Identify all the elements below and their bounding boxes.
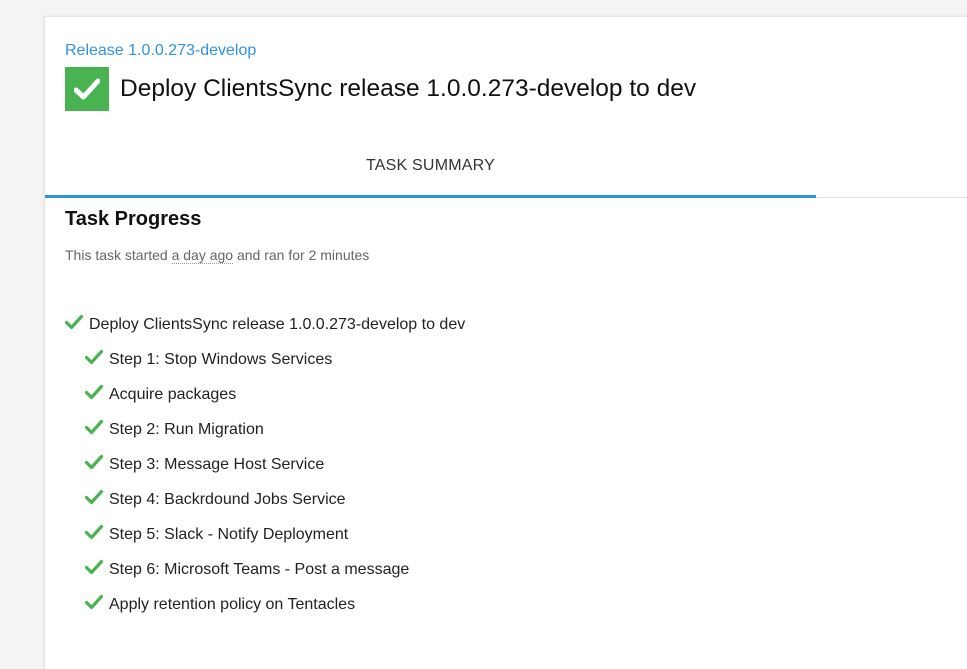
check-icon — [85, 559, 103, 574]
task-row-step[interactable]: Step 3: Message Host Service — [65, 447, 465, 482]
started-prefix: This task started — [65, 247, 168, 263]
active-tab-indicator — [45, 195, 816, 198]
task-label: Step 3: Message Host Service — [109, 455, 325, 473]
task-label: Apply retention policy on Tentacles — [109, 595, 356, 613]
check-icon — [85, 454, 103, 469]
success-status-icon — [65, 67, 109, 111]
task-label: Deploy ClientsSync release 1.0.0.273-dev… — [89, 315, 466, 333]
task-row-step[interactable]: Step 6: Microsoft Teams - Post a message — [65, 552, 465, 587]
check-icon — [85, 489, 103, 504]
task-tree: Deploy ClientsSync release 1.0.0.273-dev… — [65, 307, 465, 622]
check-icon — [65, 314, 83, 329]
task-row-step[interactable]: Step 4: Backrdound Jobs Service — [65, 482, 465, 517]
task-row-step[interactable]: Step 5: Slack - Notify Deployment — [65, 517, 465, 552]
task-row-step[interactable]: Step 2: Run Migration — [65, 412, 465, 447]
task-row-step[interactable]: Acquire packages — [65, 377, 465, 412]
tab-bar: TASK SUMMARY — [45, 135, 967, 198]
task-row-root[interactable]: Deploy ClientsSync release 1.0.0.273-dev… — [65, 307, 465, 342]
page-title: Deploy ClientsSync release 1.0.0.273-dev… — [120, 75, 697, 102]
task-row-step[interactable]: Step 1: Stop Windows Services — [65, 342, 465, 377]
started-relative-time[interactable]: a day ago — [171, 247, 234, 264]
section-title: Task Progress — [65, 208, 202, 230]
task-label: Step 6: Microsoft Teams - Post a message — [109, 560, 410, 578]
tab-label: TASK SUMMARY — [366, 157, 495, 174]
check-icon — [85, 384, 103, 399]
check-icon — [74, 78, 100, 100]
title-row: Deploy ClientsSync release 1.0.0.273-dev… — [65, 67, 696, 111]
check-icon — [85, 349, 103, 364]
task-card: Release 1.0.0.273-develop Deploy Clients… — [44, 16, 967, 669]
task-label: Acquire packages — [109, 385, 237, 403]
task-label: Step 4: Backrdound Jobs Service — [109, 490, 346, 508]
check-icon — [85, 594, 103, 609]
task-label: Step 2: Run Migration — [109, 420, 264, 438]
task-label: Step 1: Stop Windows Services — [109, 350, 333, 368]
task-row-step[interactable]: Apply retention policy on Tentacles — [65, 587, 465, 622]
check-icon — [85, 419, 103, 434]
tab-task-summary[interactable]: TASK SUMMARY — [45, 135, 816, 198]
task-label: Step 5: Slack - Notify Deployment — [109, 525, 349, 543]
task-started-info: This task started a day ago and ran for … — [65, 247, 370, 264]
release-link[interactable]: Release 1.0.0.273-develop — [65, 42, 256, 60]
started-suffix: and ran for 2 minutes — [236, 247, 370, 263]
check-icon — [85, 524, 103, 539]
